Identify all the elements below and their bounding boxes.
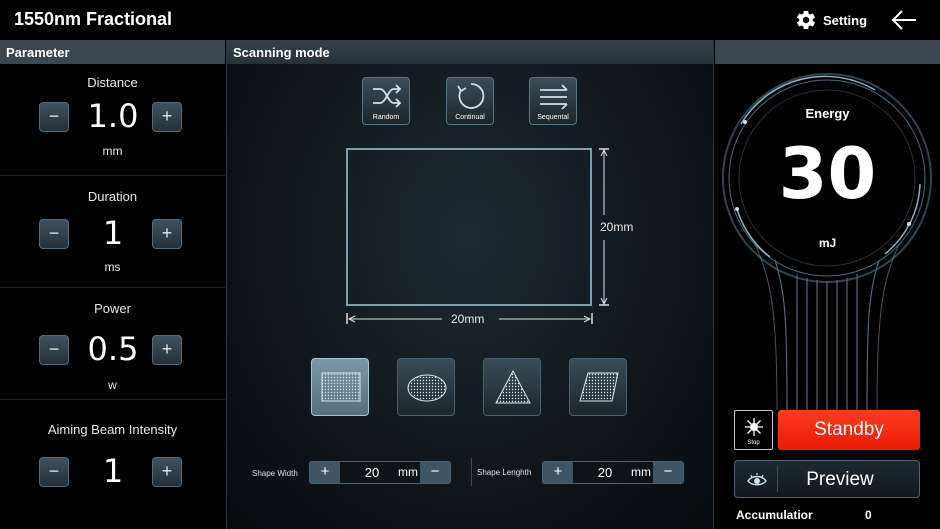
distance-label: Distance: [87, 75, 138, 90]
energy-value[interactable]: 30: [715, 133, 940, 215]
top-bar: 1550nm Fractional Setting: [0, 0, 940, 40]
rectangle-shape-button[interactable]: [311, 358, 369, 416]
gear-icon: [797, 10, 815, 30]
stop-label: Stop: [747, 440, 760, 446]
continual-mode-label: Continual: [455, 114, 485, 121]
stop-button[interactable]: Stop: [734, 410, 773, 450]
dimension-vertical-label: 20mm: [600, 220, 634, 234]
sequential-mode-button[interactable]: Sequental: [529, 77, 577, 125]
duration-label: Duration: [87, 189, 138, 204]
shape-length-label: Shape Lenghth: [477, 468, 532, 477]
parameter-panel: Parameter Distance − 1.0 + mm Duration −…: [0, 40, 225, 529]
duration-value: 1: [102, 214, 124, 252]
energy-panel: Energy 30 mJ Stop Standby Preview Accumu…: [715, 40, 940, 529]
preview-divider: [777, 466, 778, 492]
shape-width-decrease-button[interactable]: −: [420, 462, 450, 483]
shape-width-value[interactable]: 20: [352, 465, 392, 480]
power-decrease-button[interactable]: −: [39, 335, 69, 365]
power-label: Power: [94, 301, 131, 316]
rectangle-shape-icon: [321, 372, 361, 402]
shape-width-label: Shape Width: [252, 469, 298, 478]
ellipse-shape-button[interactable]: [397, 358, 455, 416]
sequential-arrows-icon: [540, 84, 568, 110]
parameter-header: Parameter: [0, 40, 225, 64]
scanning-header: Scanning mode: [227, 40, 713, 64]
power-value: 0.5: [87, 330, 139, 368]
accumulation-label: Accumulatior: [736, 508, 813, 522]
random-mode-label: Random: [372, 114, 400, 121]
energy-label: Energy: [805, 106, 850, 121]
aiming-beam-value: 1: [102, 452, 124, 490]
duration-param: Duration − 1 + ms: [0, 176, 225, 288]
triangle-shape-icon: [495, 369, 531, 404]
setting-label: Setting: [823, 12, 868, 28]
power-param: Power − 0.5 + w: [0, 288, 225, 400]
continual-mode-button[interactable]: Continual: [446, 77, 494, 125]
shape-width-increase-button[interactable]: +: [310, 462, 340, 483]
scan-area-preview: [346, 148, 592, 306]
energy-unit: mJ: [818, 236, 837, 250]
shape-width-control: + 20 mm −: [309, 461, 451, 484]
shuffle-icon: [373, 84, 402, 108]
accumulation-value: 0: [865, 508, 872, 522]
standby-button[interactable]: Standby: [778, 410, 920, 450]
distance-decrease-button[interactable]: −: [39, 102, 69, 132]
dimension-horizontal-label: 20mm: [451, 312, 485, 326]
sequential-mode-label: Sequental: [537, 114, 569, 121]
duration-decrease-button[interactable]: −: [39, 219, 69, 249]
power-increase-button[interactable]: +: [152, 335, 182, 365]
duration-increase-button[interactable]: +: [152, 219, 182, 249]
shape-width-unit: mm: [398, 465, 418, 479]
shape-length-decrease-button[interactable]: −: [653, 462, 683, 483]
aiming-beam-increase-button[interactable]: +: [152, 457, 182, 487]
power-unit: w: [108, 378, 117, 392]
distance-value: 1.0: [87, 97, 139, 135]
ellipse-shape-icon: [407, 374, 447, 402]
parallelogram-shape-icon: [579, 372, 619, 402]
eye-icon: [747, 473, 767, 486]
loop-icon: [457, 83, 485, 109]
shape-length-unit: mm: [631, 465, 651, 479]
shape-length-control: + 20 mm −: [542, 461, 684, 484]
shape-length-value[interactable]: 20: [585, 465, 625, 480]
triangle-shape-button[interactable]: [483, 358, 541, 416]
preview-label: Preview: [806, 469, 874, 490]
distance-increase-button[interactable]: +: [152, 102, 182, 132]
back-arrow-icon: [891, 10, 916, 30]
shape-length-increase-button[interactable]: +: [543, 462, 573, 483]
setting-button[interactable]: Setting: [795, 8, 867, 32]
back-button[interactable]: [890, 8, 918, 32]
scanning-panel: Scanning mode Random Continual Sequental…: [226, 40, 714, 529]
energy-panel-header: [715, 40, 940, 64]
random-mode-button[interactable]: Random: [362, 77, 410, 125]
aiming-beam-param: Aiming Beam Intensity − 1 +: [0, 400, 225, 529]
preview-button[interactable]: Preview: [734, 460, 920, 498]
duration-unit: ms: [104, 260, 121, 274]
aiming-beam-label: Aiming Beam Intensity: [47, 422, 178, 437]
aiming-beam-decrease-button[interactable]: −: [39, 457, 69, 487]
app-title: 1550nm Fractional: [14, 9, 173, 29]
size-divider: [471, 458, 472, 486]
parallelogram-shape-button[interactable]: [569, 358, 627, 416]
distance-unit: mm: [102, 144, 123, 158]
burst-icon: [745, 418, 763, 436]
distance-param: Distance − 1.0 + mm: [0, 64, 225, 176]
